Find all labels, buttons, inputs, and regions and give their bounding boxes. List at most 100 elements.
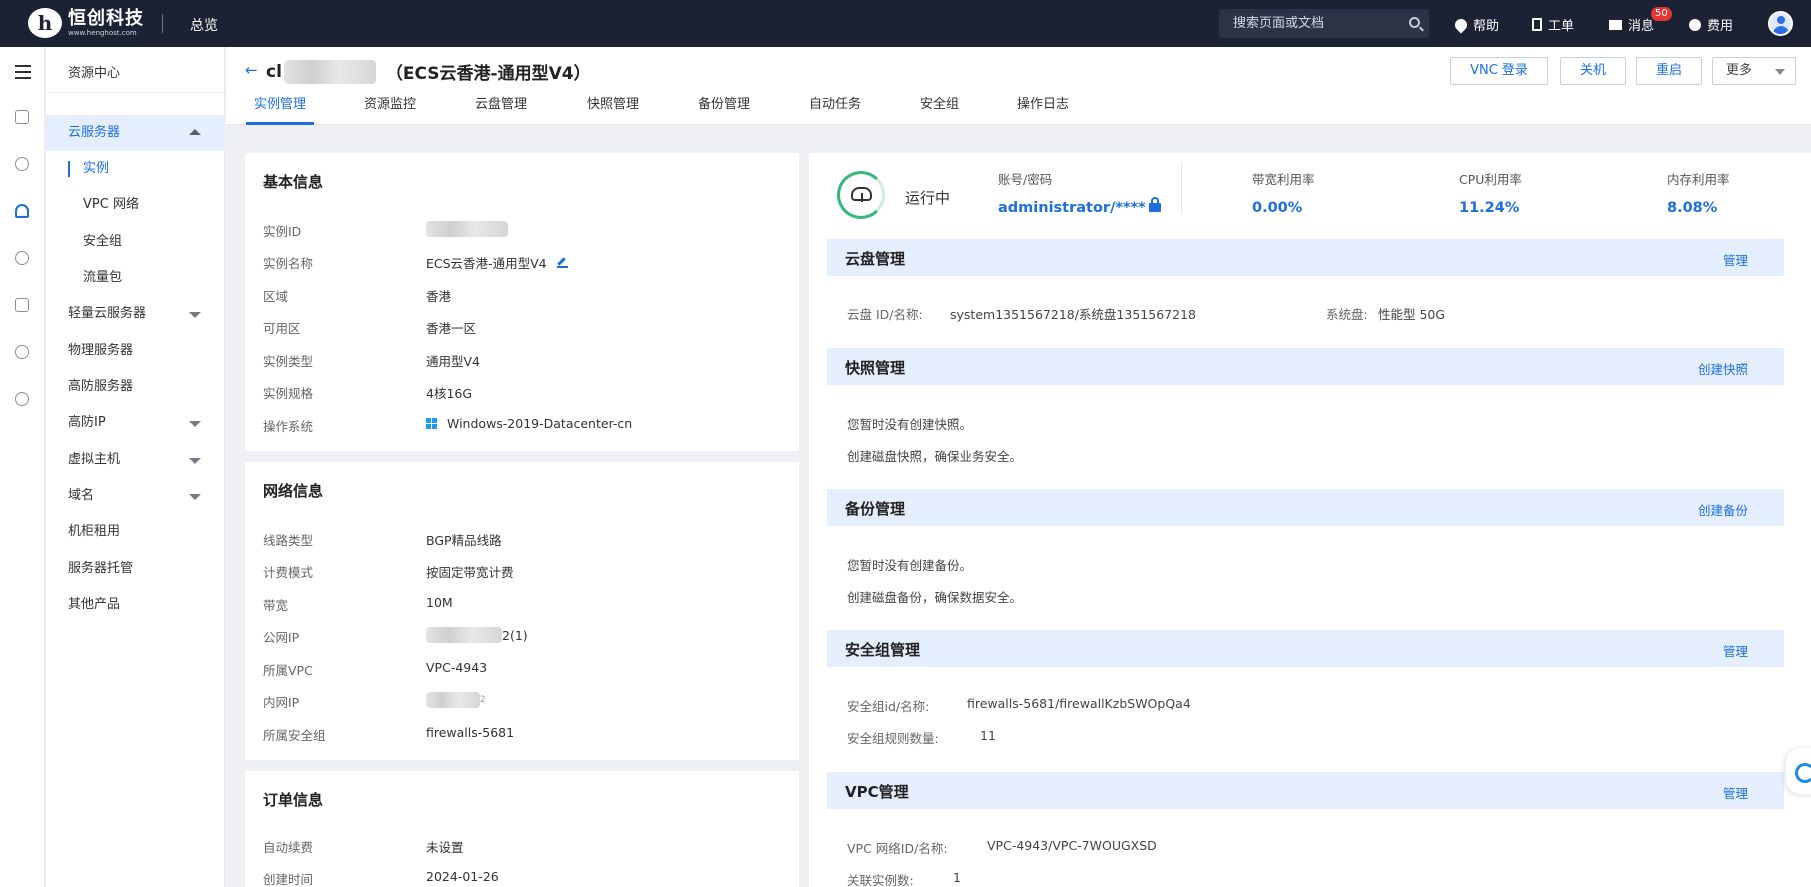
snapshot-section-title: 快照管理 (845, 359, 906, 377)
search-input[interactable] (1219, 9, 1399, 38)
created-time-label: 创建时间 (263, 872, 314, 887)
security-group-manage-link[interactable]: 管理 (1723, 641, 1748, 660)
lock-icon[interactable] (1149, 197, 1161, 212)
security-rule-count-label: 安全组规则数量: (847, 731, 939, 746)
topbar-divider (162, 14, 163, 33)
restart-button[interactable]: 重启 (1636, 57, 1702, 85)
message-count-badge: 50 (1651, 7, 1672, 21)
tab-security-group[interactable]: 安全组 (920, 93, 959, 125)
tab-instance-management[interactable]: 实例管理 (245, 93, 315, 125)
help-link[interactable]: 帮助 (1452, 15, 1499, 34)
logo-url: www.henghost.com (68, 28, 137, 37)
tab-snapshot-management[interactable]: 快照管理 (587, 93, 639, 125)
zone-value: 香港一区 (426, 321, 477, 336)
billing-mode-value: 按固定带宽计费 (426, 565, 514, 580)
back-arrow-icon[interactable]: ← (245, 61, 258, 79)
disk-manage-link[interactable]: 管理 (1723, 250, 1748, 269)
tab-operation-log[interactable]: 操作日志 (1017, 93, 1069, 125)
sidebar-item-server-hosting[interactable]: 服务器托管 (46, 551, 225, 587)
create-backup-link[interactable]: 创建备份 (1698, 500, 1748, 519)
management-panel: 云盘管理 管理 云盘 ID/名称: system1351567218/系统盘13… (809, 235, 1811, 887)
edit-icon[interactable] (556, 257, 568, 268)
snapshot-empty-text: 您暂时没有创建快照。 (847, 417, 973, 432)
tab-disk-management[interactable]: 云盘管理 (475, 93, 527, 125)
scan-icon[interactable] (15, 110, 29, 124)
cloud-server-icon[interactable] (15, 204, 29, 218)
messages-link[interactable]: 消息 50 (1609, 7, 1672, 34)
running-status-text: 运行中 (905, 189, 951, 207)
vpc-section-title: VPC管理 (845, 783, 909, 801)
mail-icon (1609, 19, 1622, 30)
shutdown-button[interactable]: 关机 (1560, 57, 1626, 85)
vpc-manage-link[interactable]: 管理 (1723, 783, 1748, 802)
sidebar-item-ddos-ip[interactable]: 高防IP (46, 405, 225, 441)
sidebar-item-virtual-host[interactable]: 虚拟主机 (46, 442, 225, 478)
memory-usage-value: 8.08% (1667, 200, 1718, 216)
sidebar-item-physical-server[interactable]: 物理服务器 (46, 333, 225, 369)
instance-type-value: 通用型V4 (426, 354, 481, 369)
security-group-id-label: 安全组id/名称: (847, 699, 930, 714)
private-ip-label: 内网IP (263, 695, 300, 710)
bandwidth-usage-label: 带宽利用率 (1252, 172, 1315, 187)
sidebar-item-other-products[interactable]: 其他产品 (46, 587, 225, 623)
backup-section-header: 备份管理 创建备份 (827, 489, 1784, 526)
overview-link[interactable]: 总览 (190, 15, 218, 35)
sidebar-item-traffic-package[interactable]: 流量包 (46, 260, 225, 296)
top-navigation-bar: h 恒创科技 www.henghost.com 总览 帮助 工单 消息 50 费… (0, 0, 1811, 47)
company-logo[interactable]: h 恒创科技 www.henghost.com (28, 8, 144, 38)
user-icon[interactable] (15, 157, 29, 171)
network-info-card: 网络信息 线路类型 BGP精品线路 计费模式 按固定带宽计费 带宽 10M 公网… (245, 462, 799, 760)
redacted-private-ip (426, 692, 480, 708)
sidebar-item-security-group[interactable]: 安全组 (46, 224, 225, 260)
backup-hint-text: 创建磁盘备份，确保数据安全。 (847, 590, 1023, 605)
cube-icon[interactable] (15, 345, 29, 359)
os-value: Windows-2019-Datacenter-cn (426, 416, 632, 431)
tab-backup-management[interactable]: 备份管理 (698, 93, 750, 125)
auto-renew-label: 自动续费 (263, 840, 314, 855)
location-pin-icon (1452, 16, 1470, 33)
search-box[interactable] (1219, 9, 1429, 38)
fees-link[interactable]: 费用 (1689, 15, 1733, 34)
backup-empty-text: 您暂时没有创建备份。 (847, 558, 973, 573)
disk-id-value: system1351567218/系统盘1351567218 (950, 307, 1196, 322)
snapshot-hint-text: 创建磁盘快照，确保业务安全。 (847, 449, 1023, 464)
sidebar-item-cloud-server[interactable]: 云服务器 (46, 115, 225, 151)
sidebar-item-light-server[interactable]: 轻量云服务器 (46, 296, 225, 332)
tab-auto-tasks[interactable]: 自动任务 (809, 93, 861, 125)
chat-icon[interactable] (15, 392, 29, 406)
line-type-value: BGP精品线路 (426, 533, 502, 548)
vpc-id-label: VPC 网络ID/名称: (847, 841, 948, 856)
expand-caret-icon (189, 312, 201, 318)
ticket-link[interactable]: 工单 (1532, 15, 1574, 34)
support-chat-widget[interactable] (1786, 748, 1811, 794)
vpc-section-header: VPC管理 管理 (827, 772, 1784, 809)
cpu-usage-label: CPU利用率 (1459, 172, 1522, 187)
tab-resource-monitoring[interactable]: 资源监控 (364, 93, 416, 125)
sidebar-item-ddos-server[interactable]: 高防服务器 (46, 369, 225, 405)
bandwidth-usage-value: 0.00% (1252, 200, 1303, 216)
region-value: 香港 (426, 289, 452, 304)
instance-spec-label: 实例规格 (263, 386, 314, 401)
sidebar-item-instances[interactable]: 实例 (46, 151, 225, 187)
search-icon[interactable] (1409, 17, 1420, 28)
account-password-value[interactable]: administrator/**** (998, 200, 1146, 216)
vpc-value: VPC-4943 (426, 660, 488, 675)
sidebar-item-vpc[interactable]: VPC 网络 (46, 187, 225, 223)
avatar[interactable] (1768, 11, 1793, 36)
bandwidth-label: 带宽 (263, 598, 289, 613)
vpc-label: 所属VPC (263, 663, 313, 678)
line-type-label: 线路类型 (263, 533, 314, 548)
disk-section-header: 云盘管理 管理 (827, 239, 1784, 276)
collapse-caret-icon (189, 129, 201, 135)
sidebar-item-resource-center[interactable]: 资源中心 (46, 55, 225, 93)
create-snapshot-link[interactable]: 创建快照 (1698, 359, 1748, 378)
sidebar-item-domain[interactable]: 域名 (46, 478, 225, 514)
menu-icon[interactable] (15, 65, 31, 79)
memory-usage-label: 内存利用率 (1667, 172, 1730, 187)
currency-icon[interactable] (15, 251, 29, 265)
billing-mode-label: 计费模式 (263, 565, 314, 580)
more-dropdown[interactable]: 更多 (1712, 57, 1796, 85)
vnc-login-button[interactable]: VNC 登录 (1450, 57, 1548, 85)
sidebar-item-rack-rental[interactable]: 机柜租用 (46, 514, 225, 550)
document-icon[interactable] (15, 298, 29, 312)
